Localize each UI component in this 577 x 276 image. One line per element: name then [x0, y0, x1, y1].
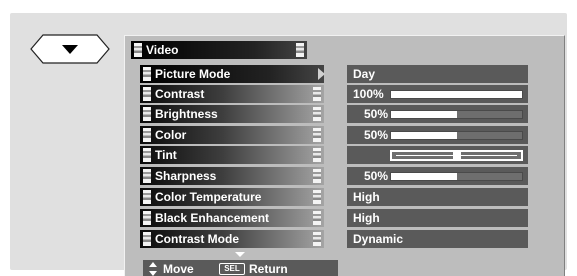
slider-fill: [391, 173, 457, 180]
value-picture-mode: Day: [347, 65, 528, 83]
slider-fill: [391, 91, 522, 98]
menu-header: Video: [131, 41, 307, 59]
value-color-temperature: High: [347, 188, 528, 206]
menu-item-contrast[interactable]: Contrast: [140, 85, 324, 103]
value-text: 100%: [353, 87, 384, 101]
bar-left-nub: [143, 87, 151, 101]
move-label: Move: [163, 262, 194, 276]
value-contrast: 100%: [347, 85, 528, 103]
tint-knob[interactable]: [452, 152, 461, 159]
more-below-icon: [235, 252, 245, 257]
bar-left-nub: [143, 169, 151, 183]
menu-title: Video: [146, 43, 179, 57]
menu-item-label: Color: [155, 128, 187, 142]
menu-item-brightness[interactable]: Brightness: [140, 105, 324, 123]
value-text: 50%: [363, 169, 388, 183]
sel-key-icon: SEL: [219, 263, 245, 275]
tint-slider[interactable]: [390, 150, 523, 161]
menu-item-sharpness[interactable]: Sharpness: [140, 167, 324, 185]
color-slider[interactable]: [390, 131, 523, 140]
value-sharpness: 50%: [347, 167, 528, 185]
bar-left-nub: [143, 148, 151, 162]
video-menu-panel: Video Picture Mode Day Contrast 100% Bri…: [124, 35, 565, 276]
value-contrast-mode: Dynamic: [347, 230, 528, 248]
slider-fill: [391, 132, 457, 139]
bar-left-nub: [143, 211, 151, 225]
brightness-slider[interactable]: [390, 110, 523, 119]
bar-right-nub: [313, 232, 321, 246]
value-text: Day: [353, 67, 376, 81]
menu-item-label: Contrast: [155, 87, 205, 101]
menu-item-label: Sharpness: [155, 169, 217, 183]
tv-screen: Video Picture Mode Day Contrast 100% Bri…: [10, 13, 567, 276]
bar-right-nub: [313, 128, 321, 142]
value-tint: [347, 146, 528, 164]
bar-left-nub: [143, 128, 151, 142]
bar-right-nub: [313, 87, 321, 101]
sharpness-slider[interactable]: [390, 172, 523, 181]
menu-item-label: Tint: [155, 148, 177, 162]
value-text: Dynamic: [353, 232, 404, 246]
menu-item-label: Picture Mode: [155, 67, 231, 81]
menu-item-label: Contrast Mode: [155, 232, 239, 246]
bar-left-nub: [143, 67, 151, 81]
value-text: 50%: [363, 128, 388, 142]
contrast-slider[interactable]: [390, 90, 523, 99]
value-black-enhancement: High: [347, 209, 528, 227]
value-text: High: [353, 190, 380, 204]
menu-item-contrast-mode[interactable]: Contrast Mode: [140, 230, 324, 248]
value-text: 50%: [363, 107, 388, 121]
bar-left-nub: [134, 43, 142, 57]
bar-right-nub: [313, 107, 321, 121]
scroll-down-icon[interactable]: [29, 33, 111, 65]
slider-fill: [391, 111, 457, 118]
bar-right-nub: [296, 43, 304, 57]
bar-right-nub: [313, 211, 321, 225]
bar-left-nub: [143, 107, 151, 121]
value-text: High: [353, 211, 380, 225]
menu-item-black-enhancement[interactable]: Black Enhancement: [140, 209, 324, 227]
footer-help-bar: Move SEL Return: [143, 260, 338, 276]
bar-left-nub: [143, 190, 151, 204]
menu-item-color-temperature[interactable]: Color Temperature: [140, 188, 324, 206]
menu-item-label: Color Temperature: [155, 190, 262, 204]
menu-item-picture-mode[interactable]: Picture Mode: [140, 65, 325, 83]
submenu-arrow-icon: [318, 68, 325, 80]
bar-right-nub: [313, 148, 321, 162]
return-label: Return: [249, 262, 288, 276]
bar-left-nub: [143, 232, 151, 246]
menu-item-color[interactable]: Color: [140, 126, 324, 144]
menu-item-tint[interactable]: Tint: [140, 146, 324, 164]
menu-item-label: Brightness: [155, 107, 218, 121]
menu-item-label: Black Enhancement: [155, 211, 270, 225]
value-color: 50%: [347, 126, 528, 144]
value-brightness: 50%: [347, 105, 528, 123]
bar-right-nub: [313, 190, 321, 204]
up-down-arrows-icon: [149, 262, 157, 276]
bar-right-nub: [313, 169, 321, 183]
